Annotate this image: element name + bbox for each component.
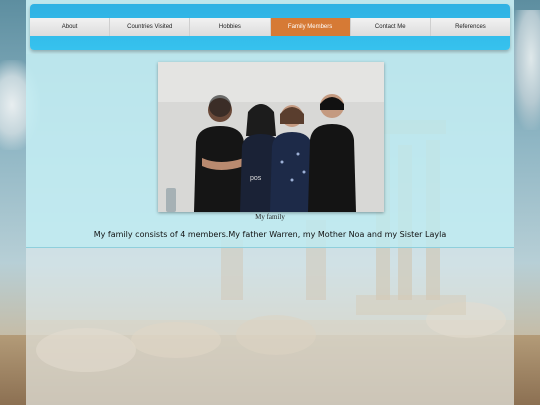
family-photo: pos [158,62,384,212]
nav-item-hobbies[interactable]: Hobbies [190,18,271,36]
nav-item-family-members[interactable]: Family Members [270,18,351,36]
background-clouds-right [510,10,540,130]
nav-item-about[interactable]: About [30,18,111,36]
nav-item-contact-me[interactable]: Contact Me [350,18,431,36]
page-panel: About Countries Visited Hobbies Family M… [26,0,514,405]
nav-item-countries-visited[interactable]: Countries Visited [110,18,191,36]
main-content: pos My family My family consists of 4 me… [26,54,514,248]
family-description: My family consists of 4 members.My fathe… [93,230,447,239]
nav-menu: About Countries Visited Hobbies Family M… [30,18,511,36]
header-band: About Countries Visited Hobbies Family M… [26,0,514,54]
photo-caption: My family [255,213,285,221]
svg-text:pos: pos [250,175,262,182]
nav-bar: About Countries Visited Hobbies Family M… [30,4,511,50]
nav-item-references[interactable]: References [430,18,511,36]
family-photo-image: pos [158,62,384,212]
